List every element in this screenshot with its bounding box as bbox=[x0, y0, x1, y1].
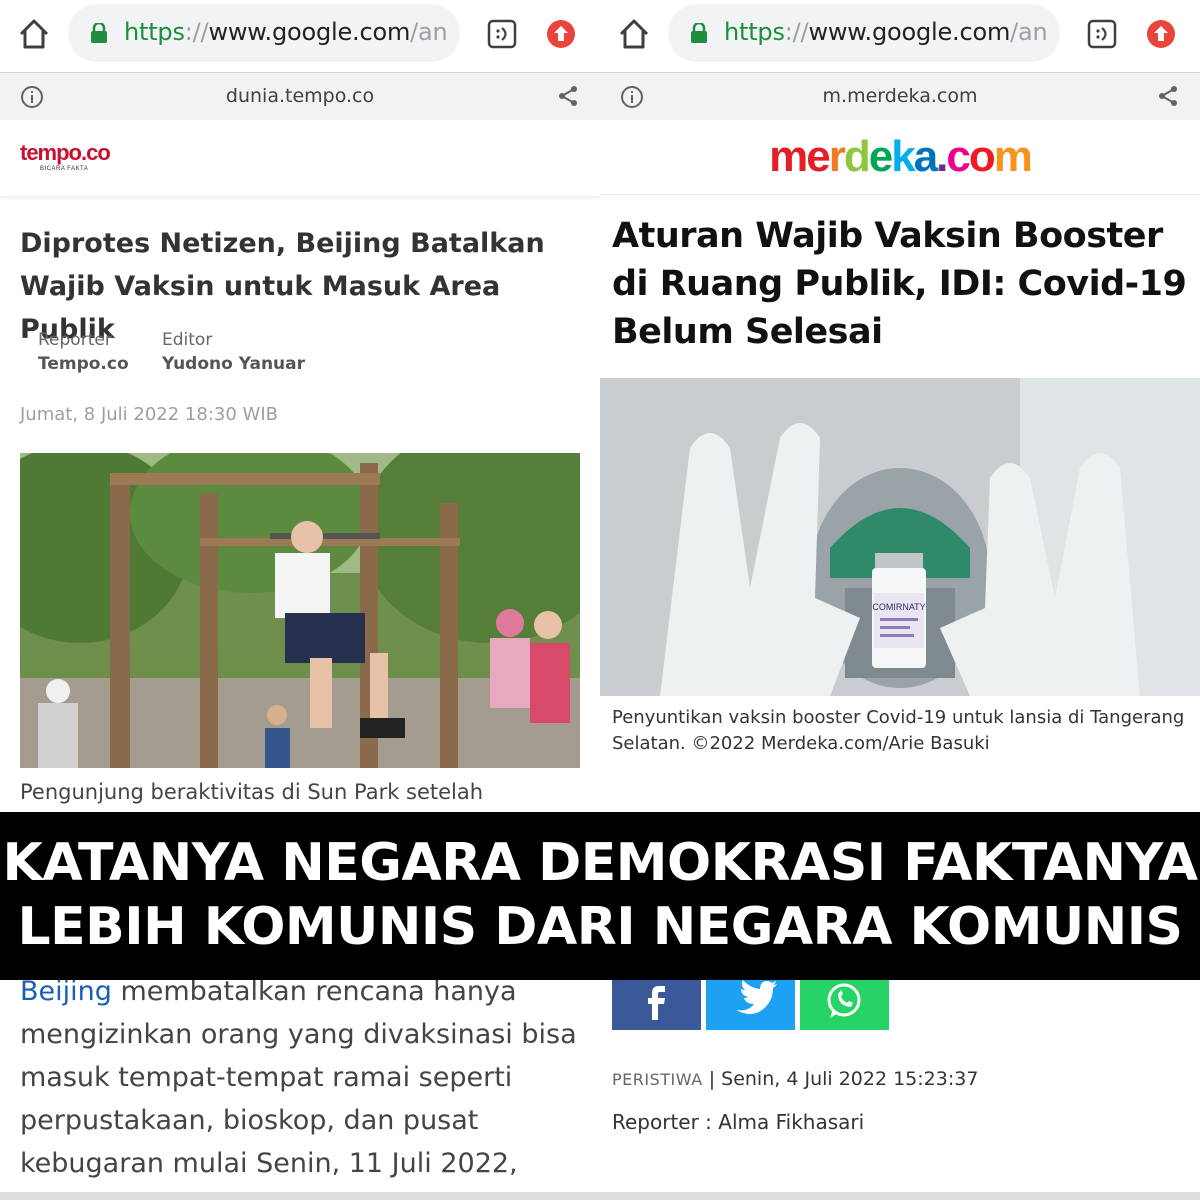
editor-label: Editor bbox=[162, 330, 213, 350]
article-date: Senin, 4 Juli 2022 15:23:37 bbox=[721, 1068, 979, 1090]
merdeka-logo-letter: c bbox=[946, 132, 971, 181]
right-browser-screenshot: https://www.google.com/an m.merdeka.com … bbox=[600, 0, 1200, 1200]
upload-arrow-icon[interactable] bbox=[1145, 18, 1177, 50]
whatsapp-icon bbox=[827, 983, 861, 1018]
left-browser-screenshot: https://www.google.com/an dunia.tempo.co… bbox=[0, 0, 601, 1200]
bottom-divider bbox=[0, 1192, 1200, 1200]
facebook-share-button[interactable] bbox=[612, 972, 701, 1030]
banner-line-2: LEBIH KOMUNIS DARI NEGARA KOMUNIS bbox=[17, 897, 1183, 957]
merdeka-logo-letter: a bbox=[913, 132, 939, 181]
merdeka-logo-letter: r bbox=[828, 132, 846, 181]
vaccine-vial-illustration: COMIRNATY bbox=[600, 378, 1200, 696]
tempo-logo[interactable]: tempo.co bbox=[20, 140, 111, 166]
article-body: Beijing membatalkan rencana hanya mengiz… bbox=[20, 970, 590, 1185]
merdeka-logo-letter: d bbox=[843, 132, 871, 181]
url-text: https://www.google.com/an bbox=[724, 18, 1048, 46]
tempo-tagline: BICARA FAKTA bbox=[40, 166, 89, 172]
article-title: Aturan Wajib Vaksin Booster di Ruang Pub… bbox=[612, 216, 1187, 352]
merdeka-logo-letter: e bbox=[806, 132, 831, 181]
merdeka-logo-letter: k bbox=[891, 132, 916, 181]
article-date: Jumat, 8 Juli 2022 18:30 WIB bbox=[20, 404, 278, 425]
lock-icon bbox=[91, 23, 107, 43]
merdeka-logo-letter: . bbox=[936, 132, 948, 181]
share-icon[interactable] bbox=[556, 84, 580, 108]
merdeka-logo-letter: e bbox=[868, 132, 894, 181]
address-bar[interactable]: https://www.google.com/an bbox=[668, 4, 1060, 62]
tab-switcher-icon[interactable] bbox=[1087, 19, 1117, 49]
category-label[interactable]: PERISTIWA bbox=[612, 1070, 703, 1089]
lock-icon bbox=[691, 23, 707, 43]
photo-caption: Pengunjung beraktivitas di Sun Park sete… bbox=[20, 780, 484, 804]
editor-name[interactable]: Yudono Yanuar bbox=[162, 352, 305, 376]
browser-toolbar: https://www.google.com/an bbox=[600, 0, 1200, 70]
facebook-icon bbox=[648, 986, 665, 1020]
home-icon[interactable] bbox=[616, 16, 652, 52]
upload-arrow-icon[interactable] bbox=[545, 18, 577, 50]
page-domain: m.merdeka.com bbox=[822, 85, 978, 107]
home-icon[interactable] bbox=[16, 16, 52, 52]
photo-caption: Penyuntikan vaksin booster Covid-19 untu… bbox=[612, 707, 1185, 754]
article-meta: PERISTIWA | Senin, 4 Juli 2022 15:23:37 bbox=[612, 1068, 978, 1090]
url-text: https://www.google.com/an bbox=[124, 18, 448, 46]
reporter-label: Reporter bbox=[38, 330, 112, 350]
tab-switcher-icon[interactable] bbox=[487, 19, 517, 49]
page-domain: dunia.tempo.co bbox=[225, 85, 375, 107]
site-header: tempo.co BICARA FAKTA bbox=[0, 120, 600, 196]
merdeka-logo-letter: m bbox=[769, 132, 808, 181]
byline-reporter: Reporter Tempo.co bbox=[38, 328, 129, 376]
page-info-bar: m.merdeka.com bbox=[600, 72, 1200, 121]
page-info-bar: dunia.tempo.co bbox=[0, 72, 600, 121]
reporter-name[interactable]: Tempo.co bbox=[38, 352, 129, 376]
article-photo bbox=[20, 453, 580, 768]
vial-label: COMIRNATY bbox=[872, 602, 925, 612]
address-bar[interactable]: https://www.google.com/an bbox=[68, 4, 460, 62]
twitter-icon bbox=[736, 980, 777, 1014]
merdeka-logo-letter: o bbox=[968, 132, 996, 181]
whatsapp-share-button[interactable] bbox=[800, 972, 889, 1030]
share-icon[interactable] bbox=[1156, 84, 1180, 108]
byline-editor: Editor Yudono Yanuar bbox=[162, 328, 305, 376]
merdeka-logo-letter: m bbox=[993, 132, 1033, 181]
browser-toolbar: https://www.google.com/an bbox=[0, 0, 600, 70]
merdeka-logo[interactable]: merdeka.com bbox=[600, 132, 1200, 182]
meta-separator: | bbox=[708, 1068, 716, 1090]
beijing-link[interactable]: Beijing bbox=[20, 976, 112, 1007]
article-reporter: Reporter : Alma Fikhasari bbox=[612, 1110, 865, 1134]
article-photo: COMIRNATY bbox=[600, 378, 1200, 696]
banner-line-1: KATANYA NEGARA DEMOKRASI FAKTANYA bbox=[2, 833, 1198, 893]
twitter-share-button[interactable] bbox=[706, 972, 795, 1030]
park-scene-illustration bbox=[20, 453, 580, 768]
